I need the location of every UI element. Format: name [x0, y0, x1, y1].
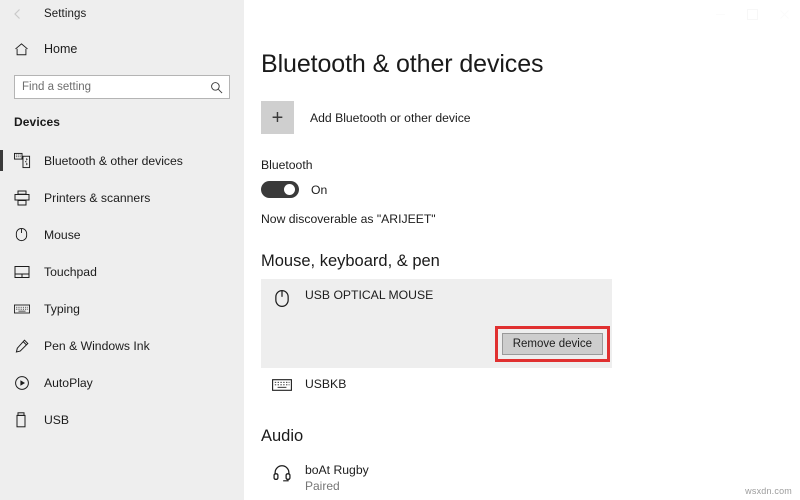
device-list: USB OPTICAL MOUSE Remove device USBKB: [261, 279, 800, 401]
device-status: Paired: [305, 479, 340, 493]
sidebar-item-label: Typing: [44, 301, 80, 316]
sidebar-item-mouse[interactable]: Mouse: [0, 216, 244, 253]
sidebar-item-label: Touchpad: [44, 264, 97, 279]
maximize-button[interactable]: [736, 0, 768, 28]
sidebar-nav-list: Bluetooth & other devices Printers & sca…: [0, 142, 244, 438]
search-box[interactable]: [14, 75, 230, 99]
mouse-icon: [14, 227, 38, 242]
sidebar-item-home[interactable]: Home: [0, 34, 244, 64]
device-group-mouse-keyboard-pen: Mouse, keyboard, & pen USB OPTICAL MOUSE: [261, 252, 800, 401]
sidebar-item-label: Pen & Windows Ink: [44, 338, 150, 353]
add-bluetooth-device-button[interactable]: + Add Bluetooth or other device: [261, 101, 491, 134]
main-content: Bluetooth & other devices + Add Bluetoot…: [244, 28, 800, 500]
sidebar: Home Devices: [0, 28, 244, 500]
bluetooth-toggle-row: On: [261, 181, 800, 198]
sidebar-item-label: Printers & scanners: [44, 190, 151, 205]
discoverable-text: Now discoverable as "ARIJEET": [261, 212, 436, 226]
bluetooth-toggle[interactable]: [261, 181, 299, 198]
device-row-usb-optical-mouse[interactable]: USB OPTICAL MOUSE Remove device: [261, 279, 612, 368]
device-text: USB OPTICAL MOUSE: [305, 288, 433, 303]
sidebar-item-usb[interactable]: USB: [0, 401, 244, 438]
sidebar-item-label: USB: [44, 412, 70, 427]
sidebar-item-touchpad[interactable]: Touchpad: [0, 253, 244, 290]
sidebar-item-autoplay[interactable]: AutoPlay: [0, 364, 244, 401]
plus-icon: +: [261, 101, 294, 134]
close-button[interactable]: [768, 0, 800, 28]
watermark: wsxdn.com: [745, 486, 792, 496]
back-arrow-icon[interactable]: [0, 0, 36, 28]
home-icon: [14, 42, 36, 57]
device-row-usbkb[interactable]: USBKB: [261, 368, 612, 401]
keyboard-icon: [14, 301, 38, 317]
sidebar-item-bluetooth-other-devices[interactable]: Bluetooth & other devices: [0, 142, 244, 179]
device-text: USBKB: [305, 377, 346, 392]
device-text: boAt Rugby Paired: [305, 463, 369, 494]
sidebar-item-label: AutoPlay: [44, 375, 93, 390]
sidebar-item-typing[interactable]: Typing: [0, 290, 244, 327]
bluetooth-heading: Bluetooth: [261, 158, 313, 172]
add-device-label: Add Bluetooth or other device: [310, 110, 471, 125]
printer-icon: [14, 190, 38, 206]
sidebar-item-printers-scanners[interactable]: Printers & scanners: [0, 179, 244, 216]
device-name: USB OPTICAL MOUSE: [305, 288, 434, 302]
settings-window: Settings Home Find a setting Devices Blu…: [0, 0, 800, 500]
touchpad-icon: [14, 264, 38, 280]
bluetooth-section: Bluetooth On Now discoverable as "ARIJEE…: [261, 158, 800, 226]
window-body: Home Devices: [0, 28, 800, 500]
remove-device-button[interactable]: Remove device: [501, 333, 603, 355]
title-bar-left: Settings: [0, 0, 244, 28]
sidebar-item-label: Bluetooth & other devices: [44, 153, 183, 168]
device-name: boAt Rugby: [305, 463, 369, 477]
search-icon[interactable]: [206, 81, 229, 94]
group-heading: Audio: [261, 427, 304, 445]
sidebar-section-title: Devices: [14, 115, 61, 129]
device-list: boAt Rugby Paired: [261, 454, 800, 500]
mouse-icon: [267, 288, 297, 308]
keyboard-icon: [267, 377, 297, 392]
title-bar: Settings: [0, 0, 800, 28]
sidebar-item-label: Mouse: [44, 227, 81, 242]
search-input[interactable]: [15, 76, 206, 98]
window-title: Settings: [44, 8, 87, 20]
device-row-boat-rugby[interactable]: boAt Rugby Paired: [261, 454, 612, 500]
sidebar-item-pen-windows-ink[interactable]: Pen & Windows Ink: [0, 327, 244, 364]
page-title: Bluetooth & other devices: [261, 50, 544, 78]
sidebar-home-label: Home: [44, 42, 78, 56]
group-heading: Mouse, keyboard, & pen: [261, 252, 440, 270]
headset-icon: [267, 463, 297, 483]
bluetooth-toggle-state: On: [311, 182, 328, 197]
toggle-knob: [284, 184, 295, 195]
device-name: USBKB: [305, 377, 347, 391]
window-controls: [704, 0, 800, 28]
autoplay-icon: [14, 375, 38, 391]
usb-icon: [14, 411, 38, 428]
pen-icon: [14, 338, 38, 354]
minimize-button[interactable]: [704, 0, 736, 28]
bluetooth-devices-icon: [14, 152, 38, 169]
remove-device-highlight: Remove device: [494, 326, 610, 362]
device-group-audio: Audio boAt Rugby Paired: [261, 427, 800, 500]
